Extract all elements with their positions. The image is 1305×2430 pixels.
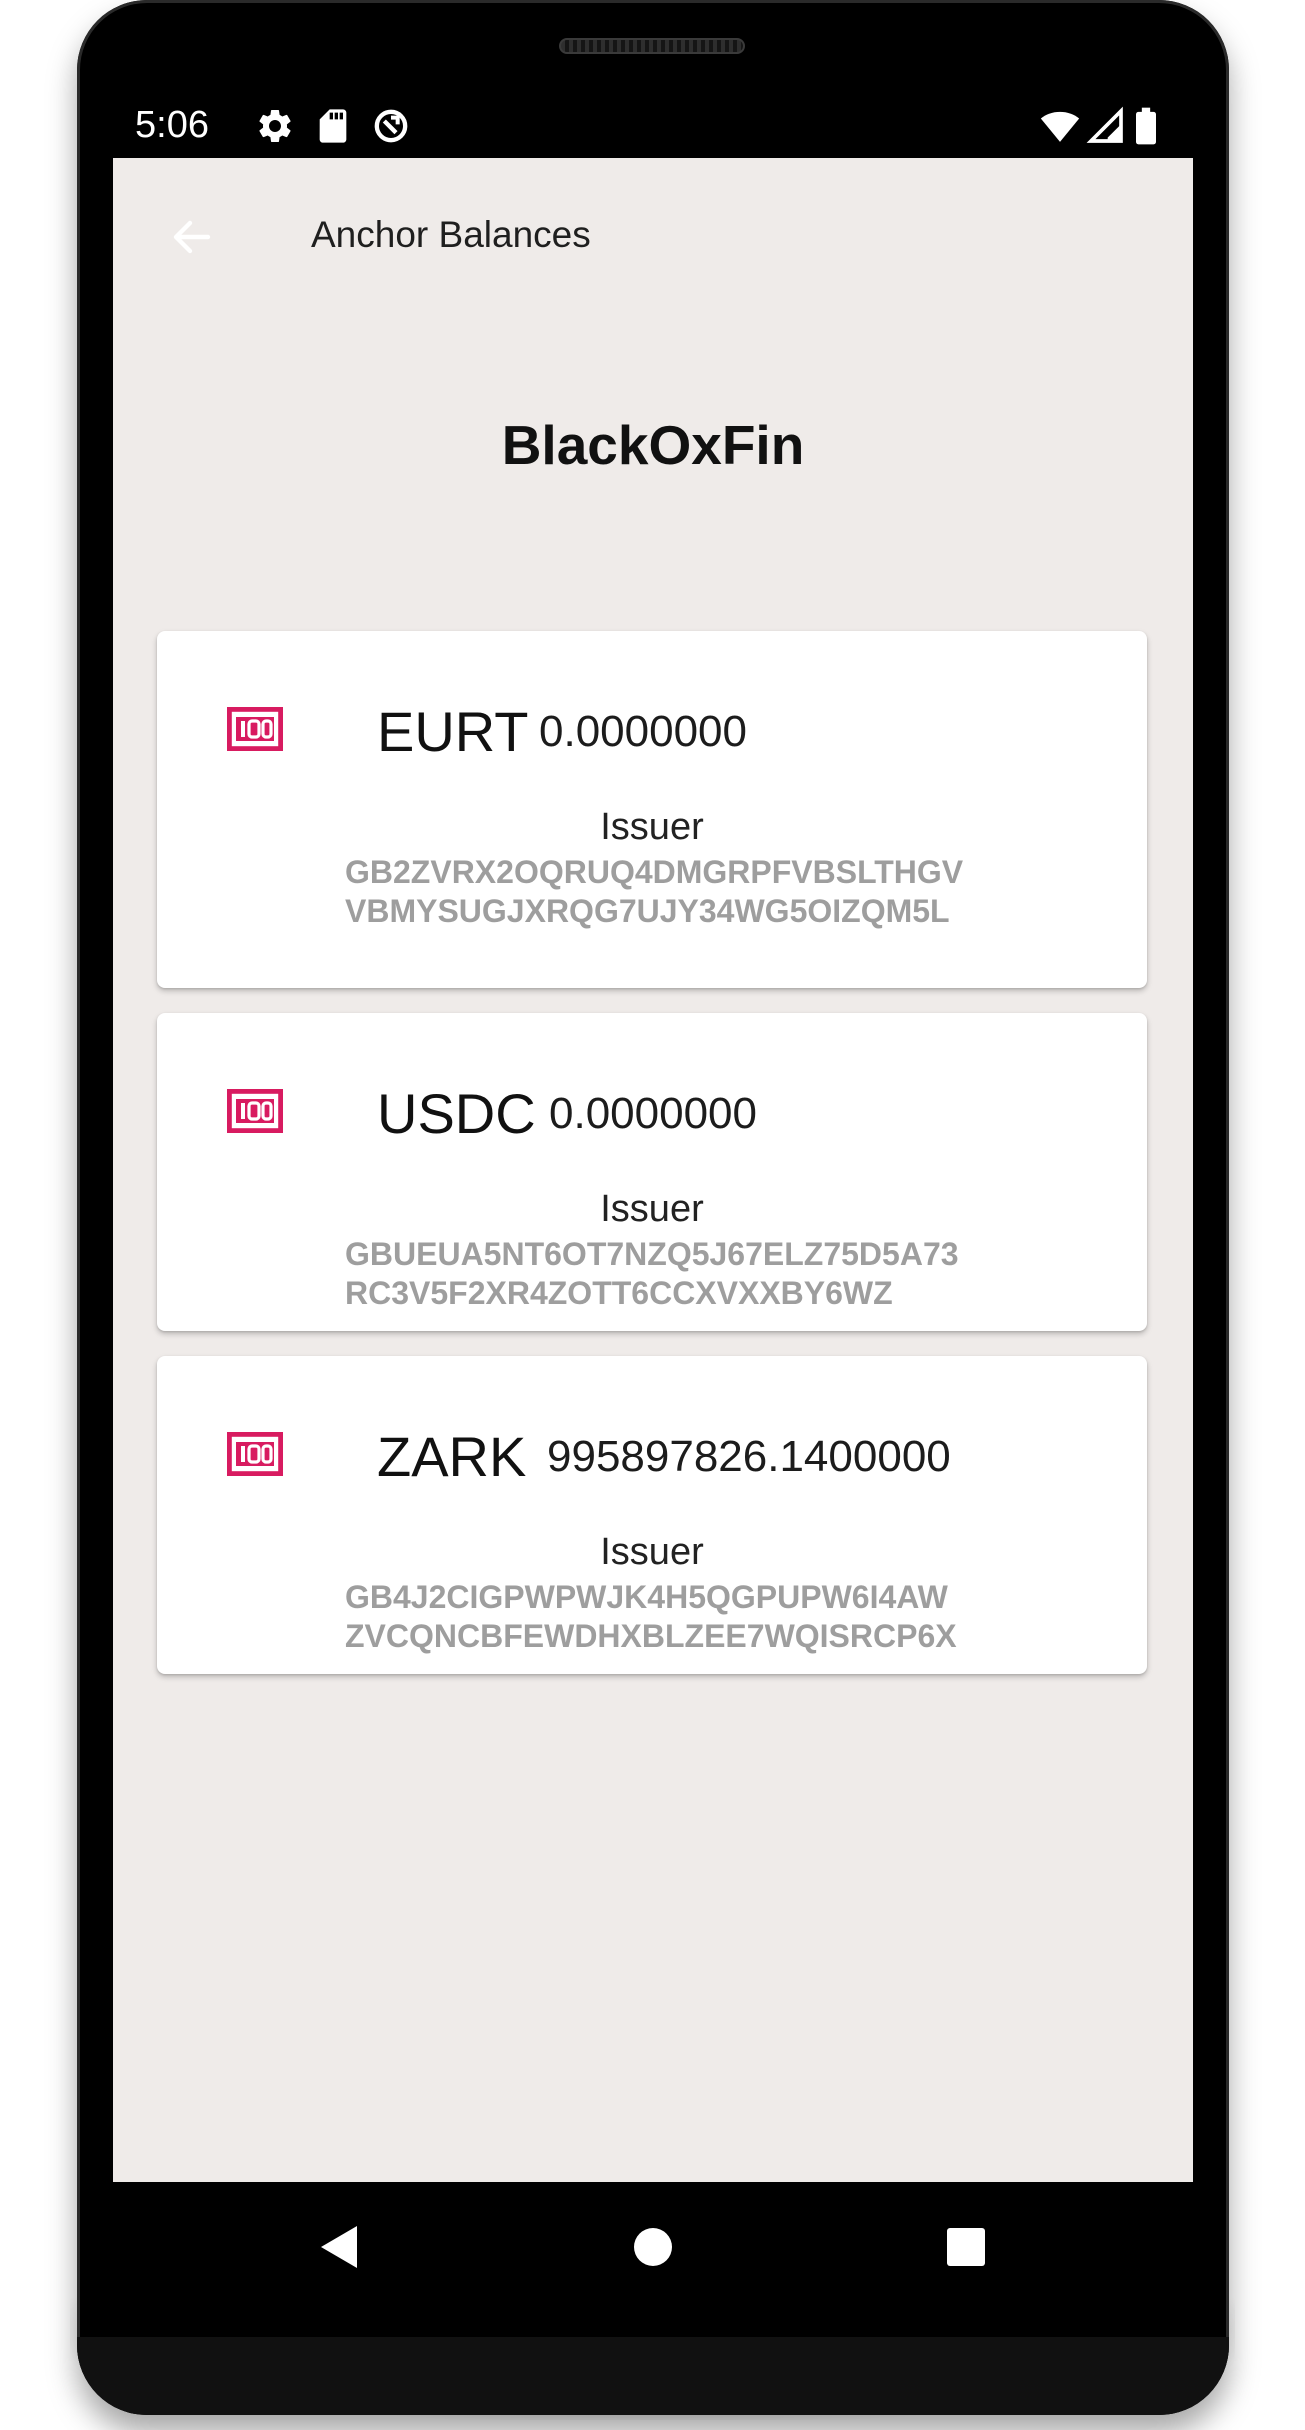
back-triangle-icon [321,2226,357,2268]
nav-back-button[interactable] [303,2212,373,2282]
cell-signal-icon [1086,106,1123,143]
balance-card[interactable]: EURT 0.0000000 Issuer GB2ZVRX2OQRUQ4DMGR… [157,631,1147,988]
anchor-name-heading: BlackOxFin [501,414,805,476]
balance-card[interactable]: ZARK 995897826.1400000 Issuer GB4J2CIGPW… [157,1356,1147,1674]
app-screen: Anchor Balances BlackOxFin EURT 0.000000… [113,158,1193,2182]
issuer-label: Issuer [600,806,704,848]
phone-chin [77,2337,1229,2415]
gear-icon [259,109,291,142]
asset-code: EURT [377,700,529,763]
issuer-label: Issuer [600,1188,704,1230]
recents-square-icon [947,2228,985,2266]
asset-code: USDC [377,1082,536,1145]
asset-code: ZARK [377,1425,527,1488]
back-button[interactable] [157,202,227,272]
home-circle-icon [634,2228,672,2266]
balance-card[interactable]: USDC 0.0000000 Issuer GBUEUA5NT6OT7NZQ5J… [157,1013,1147,1331]
issuer-account-id: GBUEUA5NT6OT7NZQ5J67ELZ75D5A73RC3V5F2XR4… [345,1236,959,1311]
money-icon [227,1089,283,1133]
issuer-account-id: GB2ZVRX2OQRUQ4DMGRPFVBSLTHGVVBMYSUGJXRQG… [345,854,964,929]
sync-disabled-icon [374,109,408,143]
issuer-label: Issuer [600,1531,704,1573]
status-time: 5:06 [135,104,209,146]
asset-balance: 995897826.1400000 [547,1432,951,1481]
asset-balance: 0.0000000 [549,1089,757,1138]
arrow-back-icon [173,220,211,254]
nav-recents-button[interactable] [931,2212,1001,2282]
app-bar: Anchor Balances [113,158,1193,318]
device-frame-page: 5:06 Anchor Balances BlackOxFin EURT 0.0… [0,0,1305,2430]
wifi-icon [1040,111,1080,142]
asset-balance: 0.0000000 [539,707,747,756]
sd-card-icon [319,109,347,143]
system-navigation-bar [113,2182,1193,2312]
status-bar: 5:06 [113,96,1193,156]
page-title: Anchor Balances [311,214,591,255]
earpiece-speaker [559,38,745,54]
battery-icon [1136,107,1156,145]
nav-home-button[interactable] [618,2212,688,2282]
money-icon [227,707,283,751]
issuer-account-id: GB4J2CIGPWPWJK4H5QGPUPW6I4AWZVCQNCBFEWDH… [345,1579,957,1654]
money-icon [227,1432,283,1476]
